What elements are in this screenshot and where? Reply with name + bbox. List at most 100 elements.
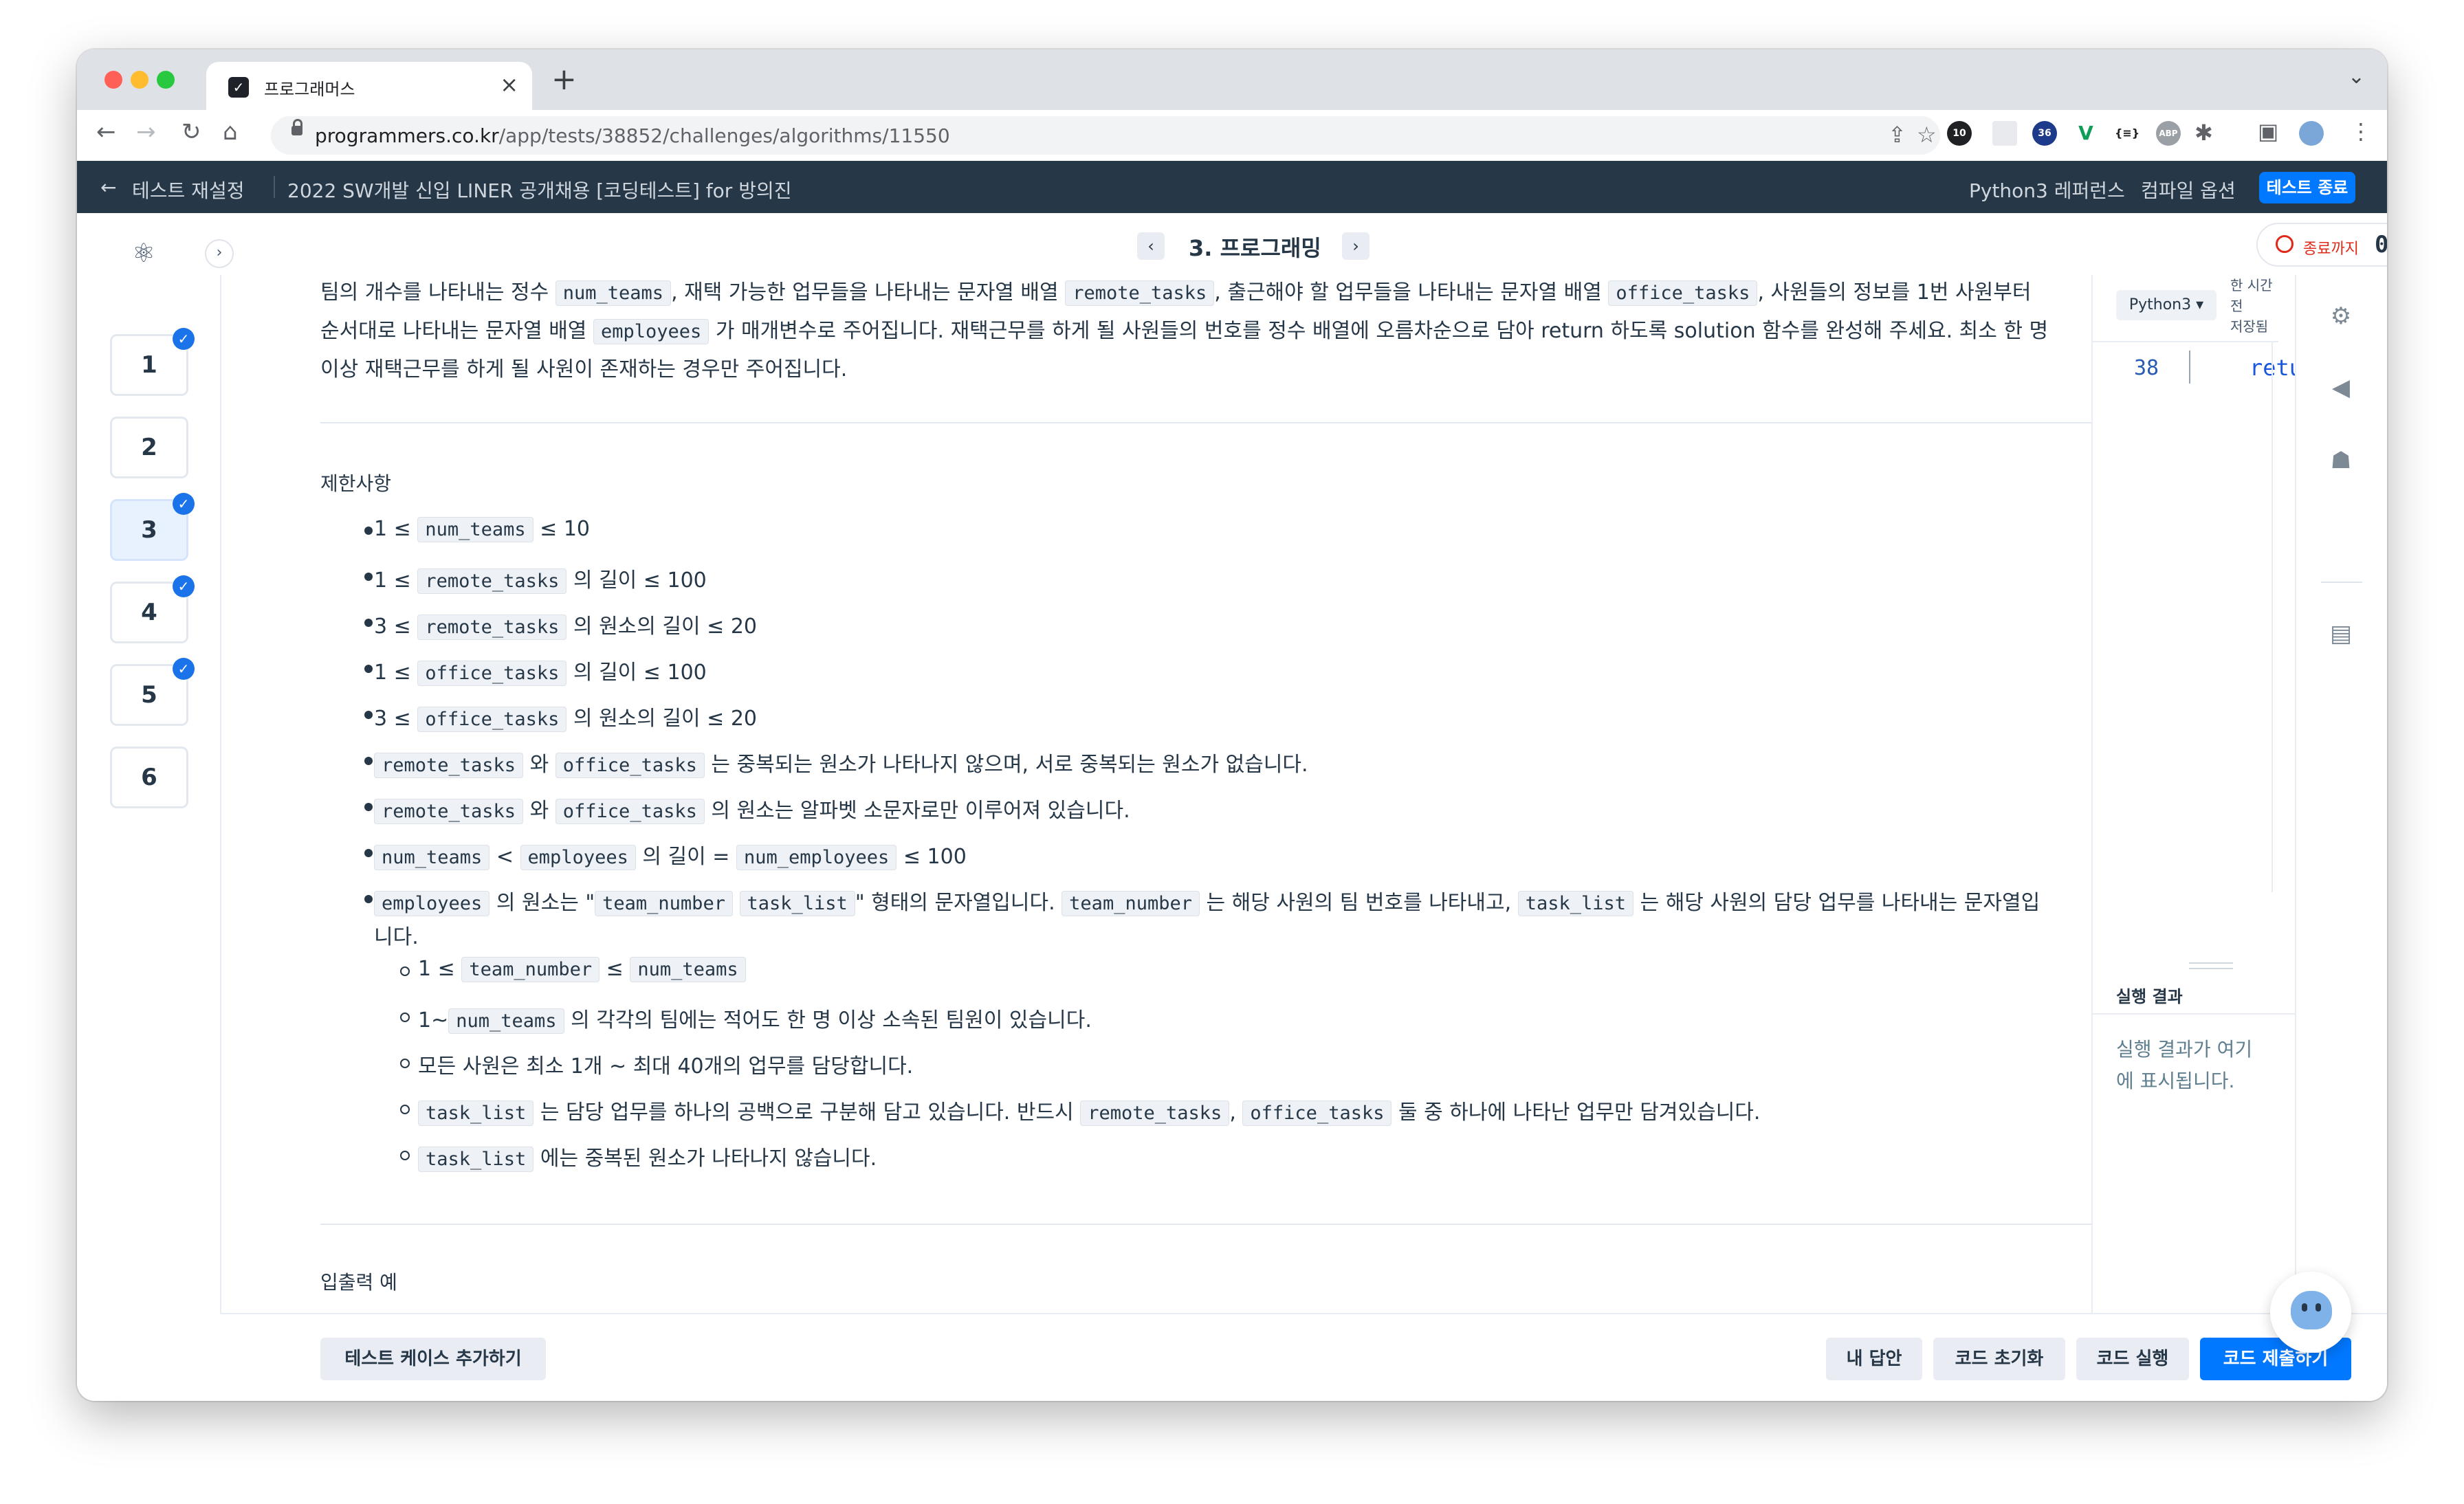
question-button-1[interactable]: 1 ✓ xyxy=(110,328,195,396)
tab-search-chevron-icon[interactable]: ⌄ xyxy=(2348,65,2365,89)
constraint-4: 1 ≤ office_tasks 의 길이 ≤ 100 xyxy=(374,661,707,686)
megaphone-icon[interactable]: ◀ xyxy=(2324,374,2358,401)
end-test-button[interactable]: 테스트 종료 xyxy=(2259,172,2355,203)
url-text[interactable]: programmers.co.kr/app/tests/38852/challe… xyxy=(315,124,950,147)
prev-question-button[interactable]: ‹ xyxy=(1137,232,1165,260)
programmers-logo-icon[interactable]: ⚛ xyxy=(132,238,155,268)
next-question-button[interactable]: › xyxy=(1342,232,1370,260)
sub-constraint-1: 1 ≤ team_number ≤ num_teams xyxy=(418,957,746,982)
home-icon[interactable]: ⌂ xyxy=(223,118,238,146)
bookmark-star-icon[interactable]: ☆ xyxy=(1917,122,1937,148)
constraint-9-wrap: 니다. xyxy=(374,925,419,949)
sub-bullet xyxy=(400,966,410,976)
sub-bullet xyxy=(400,1105,410,1114)
tab-strip: ✓ 프로그래머스 × + ⌄ xyxy=(77,49,2387,110)
memo-icon[interactable]: ▤ xyxy=(2324,620,2358,648)
sub-bullet xyxy=(400,1151,410,1160)
question-button-3[interactable]: 3 ✓ xyxy=(110,493,195,561)
browser-tab[interactable]: ✓ 프로그래머스 × xyxy=(206,62,532,110)
extension-json-icon[interactable]: {≡} xyxy=(2115,121,2140,146)
gutter-divider xyxy=(2189,351,2190,384)
add-testcase-button[interactable]: 테스트 케이스 추가하기 xyxy=(320,1338,546,1380)
constraint-5: 3 ≤ office_tasks 의 원소의 길이 ≤ 20 xyxy=(374,707,757,732)
new-tab-icon[interactable]: + xyxy=(551,62,577,97)
constraints-title: 제한사항 xyxy=(320,472,392,495)
forward-arrow-icon[interactable]: → xyxy=(136,118,156,146)
profile-avatar[interactable] xyxy=(2299,121,2324,146)
constraint-3: 3 ≤ remote_tasks 의 원소의 길이 ≤ 20 xyxy=(374,615,757,640)
code-editor-panel: Python3 ▾ 한 시간 전 저장됨 38 retu 실행 결과 실행 결과… xyxy=(2091,275,2302,1361)
test-title: 2022 SW개발 신입 LINER 공개채용 [코딩테스트] for 방의진 xyxy=(287,179,792,202)
divider xyxy=(320,1224,2115,1225)
app-header: ← 테스트 재설정 2022 SW개발 신입 LINER 공개채용 [코딩테스트… xyxy=(77,161,2387,213)
bullet xyxy=(364,527,373,535)
back-arrow-icon[interactable]: ← xyxy=(100,176,116,199)
constraint-9: employees 의 원소는 " team_number task_list " … xyxy=(374,885,2040,916)
share-icon[interactable]: ⇪ xyxy=(1888,122,1906,148)
constraint-1: 1 ≤ num_teams ≤ 10 xyxy=(374,517,591,542)
result-placeholder: 실행 결과가 여기에 표시됩니다. xyxy=(2116,1038,2253,1092)
maximize-window-button[interactable] xyxy=(157,71,175,89)
python-reference-link[interactable]: Python3 레퍼런스 xyxy=(1969,176,2125,203)
code-area[interactable]: 38 retu xyxy=(2093,341,2302,892)
stopwatch-icon xyxy=(2276,235,2294,253)
io-example-title: 입출력 예 xyxy=(320,1271,397,1294)
sub-bullet xyxy=(400,1059,410,1068)
extension-blank-icon[interactable] xyxy=(1992,121,2017,146)
problem-description: 팀의 개수를 나타내는 정수 num_teams, 재택 가능한 업무들을 나타… xyxy=(242,275,2126,1361)
tab-title: 프로그래머스 xyxy=(264,80,355,99)
minimize-window-button[interactable] xyxy=(131,71,148,89)
question-nav: ‹ 3. 프로그래밍 › 종료까지 00:03:08 xyxy=(220,213,2387,275)
close-tab-icon[interactable]: × xyxy=(500,71,518,98)
check-icon: ✓ xyxy=(173,575,195,597)
chatbot-face-icon xyxy=(2291,1291,2332,1329)
rail-divider xyxy=(2321,582,2362,583)
constraint-8: num_teams < employees 의 길이 = num_employe… xyxy=(374,839,967,870)
reload-icon[interactable]: ↻ xyxy=(182,118,201,146)
browser-toolbar: ← → ↻ ⌂ programmers.co.kr/app/tests/3885… xyxy=(77,110,2387,161)
intro-line-2: 순서대로 나타내는 문자열 배열 employees 가 매개변수로 주어집니다… xyxy=(320,319,2049,344)
intro-line-1: 팀의 개수를 나타내는 정수 num_teams, 재택 가능한 업무들을 나타… xyxy=(320,280,2032,306)
constraint-7: remote_tasks 와 office_tasks 의 원소는 알파벳 소문… xyxy=(374,793,1130,824)
check-icon: ✓ xyxy=(173,493,195,515)
address-bar[interactable]: programmers.co.kr/app/tests/38852/challe… xyxy=(271,116,1940,155)
my-answer-button[interactable]: 내 답안 xyxy=(1826,1338,1922,1380)
extension-hat-icon[interactable]: 36 xyxy=(2032,121,2057,146)
question-button-5[interactable]: 5 ✓ xyxy=(110,658,195,726)
side-panel-icon[interactable]: ▣ xyxy=(2258,118,2278,144)
constraint-2: 1 ≤ remote_tasks 의 길이 ≤ 100 xyxy=(374,568,707,594)
reset-test-link[interactable]: 테스트 재설정 xyxy=(132,176,244,203)
expand-rail-chevron-icon[interactable]: › xyxy=(205,239,234,268)
question-button-6[interactable]: 6 xyxy=(110,747,188,808)
bullet xyxy=(364,573,373,581)
bullet xyxy=(364,895,373,903)
check-icon: ✓ xyxy=(173,658,195,680)
sub-bullet xyxy=(400,1013,410,1022)
run-code-button[interactable]: 코드 실행 xyxy=(2076,1338,2189,1380)
back-arrow-icon[interactable]: ← xyxy=(96,118,116,146)
sub-constraint-2: 1~ num_teams 의 각각의 팀에는 적어도 한 명 이상 소속된 팀원이… xyxy=(418,1008,1092,1034)
result-header: 실행 결과 xyxy=(2093,969,2296,1015)
question-title: 3. 프로그래밍 xyxy=(1189,235,1321,261)
extension-abp-icon[interactable]: ABP xyxy=(2156,121,2181,146)
close-window-button[interactable] xyxy=(104,71,122,89)
line-number: 38 xyxy=(2134,356,2159,380)
extensions-puzzle-icon[interactable]: ✱ xyxy=(2194,120,2213,146)
timer: 종료까지 00:03:08 xyxy=(2256,223,2387,267)
gear-icon[interactable]: ⚙ xyxy=(2324,302,2358,330)
editor-scrollbar[interactable] xyxy=(2272,342,2273,892)
browser-window: ✓ 프로그래머스 × + ⌄ ← → ↻ ⌂ programmers.co.kr… xyxy=(77,49,2387,1401)
question-button-4[interactable]: 4 ✓ xyxy=(110,575,195,643)
chatbot-button[interactable] xyxy=(2270,1272,2351,1353)
reset-code-button[interactable]: 코드 초기화 xyxy=(1933,1338,2065,1380)
feedback-icon[interactable]: ☗ xyxy=(2324,447,2358,474)
extension-c-icon[interactable]: 10 xyxy=(1947,121,1972,146)
editor-split-handle[interactable] xyxy=(2189,962,2233,969)
compile-options-link[interactable]: 컴파일 옵션 xyxy=(2141,176,2236,203)
question-button-2[interactable]: 2 xyxy=(110,417,188,478)
browser-menu-icon[interactable]: ⋮ xyxy=(2350,118,2372,144)
language-select[interactable]: Python3 ▾ xyxy=(2116,290,2216,320)
extension-v-icon[interactable]: V xyxy=(2074,121,2098,146)
timer-value: 00:03:08 xyxy=(2375,231,2387,258)
bullet xyxy=(364,757,373,765)
